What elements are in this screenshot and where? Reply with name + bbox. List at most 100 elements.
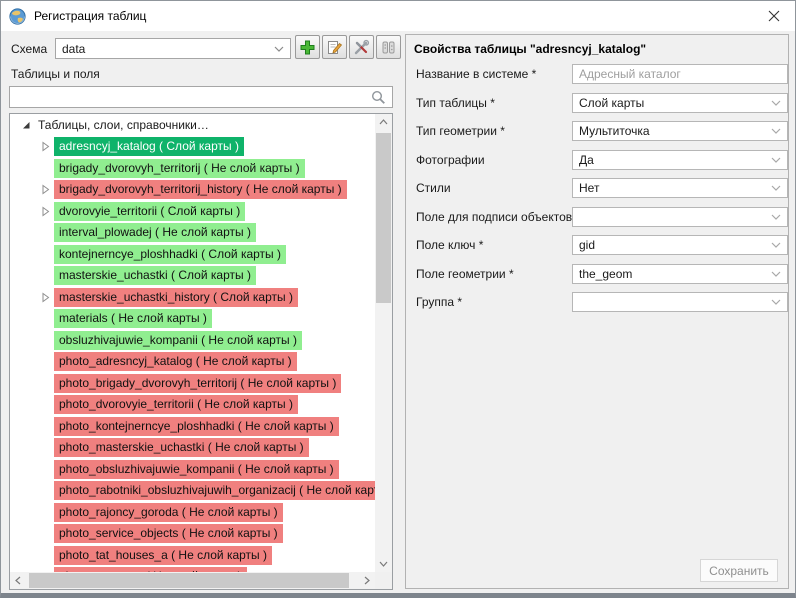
tree-item[interactable]: photo_dvorovyie_territorii ( Не слой кар… (11, 394, 375, 416)
chevron-down-icon (771, 271, 781, 277)
tree-item[interactable]: photo_adresncyj_katalog ( Не слой карты … (11, 351, 375, 373)
properties-header: Свойства таблицы "adresncyj_katalog" (414, 42, 646, 56)
property-field[interactable]: Нет (572, 178, 788, 198)
tree-item[interactable]: photo_brigady_dvorovyh_territorij ( Не с… (11, 373, 375, 395)
expand-arrow-icon[interactable] (40, 141, 51, 152)
tree-item[interactable]: interval_plowadej ( Не слой карты ) (11, 222, 375, 244)
tree-root-node[interactable]: Таблицы, слои, справочники… (11, 114, 375, 136)
tree-item-label: photo_rabotniki_obsluzhivajuwih_organiza… (54, 481, 375, 500)
chevron-down-icon (274, 46, 284, 52)
search-icon[interactable] (370, 89, 387, 106)
tree-item[interactable]: masterskie_uchastki ( Слой карты ) (11, 265, 375, 287)
property-value: Мультиточка (579, 124, 650, 138)
tree-item[interactable]: photo_masterskie_uchastki ( Не слой карт… (11, 437, 375, 459)
scroll-down-icon[interactable] (375, 556, 392, 572)
tree-item[interactable]: photo_tat_houses_a ( Не слой карты ) (11, 545, 375, 567)
tree-item[interactable]: photo_service_objects ( Не слой карты ) (11, 523, 375, 545)
expand-arrow-icon[interactable] (40, 292, 51, 303)
property-field[interactable]: gid (572, 235, 788, 255)
property-row: Поле ключ * gid (414, 235, 780, 257)
property-value: Слой карты (579, 96, 644, 110)
property-value: Да (579, 153, 594, 167)
tree-item-label: interval_plowadej ( Не слой карты ) (54, 223, 256, 242)
property-value: Адресный каталог (579, 67, 681, 81)
property-row: Стили Нет (414, 178, 780, 200)
property-label: Тип геометрии * (416, 124, 505, 138)
tree-item-label: photo_masterskie_uchastki ( Не слой карт… (54, 438, 309, 457)
tree-item[interactable]: photo_rajoncy_goroda ( Не слой карты ) (11, 502, 375, 524)
plus-icon (299, 39, 316, 56)
scroll-right-icon[interactable] (359, 572, 375, 589)
tree-item-label: photo_adresncyj_katalog ( Не слой карты … (54, 352, 297, 371)
scroll-up-icon[interactable] (375, 114, 392, 130)
property-field[interactable] (572, 292, 788, 312)
tree-search-input[interactable] (9, 86, 393, 108)
scrollbar-corner (375, 572, 392, 589)
property-field[interactable]: Мультиточка (572, 121, 788, 141)
property-field[interactable]: Слой карты (572, 93, 788, 113)
register-tables-dialog: Регистрация таблиц Схема data (0, 0, 796, 598)
vertical-scroll-thumb[interactable] (376, 133, 391, 303)
tree-horizontal-scrollbar[interactable] (10, 572, 375, 589)
tree-item[interactable]: masterskie_uchastki_history ( Слой карты… (11, 287, 375, 309)
tree-item[interactable]: kontejnerncye_ploshhadki ( Слой карты ) (11, 244, 375, 266)
property-row: Поле для подписи объектов (414, 207, 780, 229)
chevron-down-icon (771, 299, 781, 305)
tree-item[interactable]: materials ( Не слой карты ) (11, 308, 375, 330)
close-icon (768, 10, 780, 22)
edit-button[interactable] (322, 35, 347, 59)
tree-item[interactable]: brigady_dvorovyh_territorij_history ( Не… (11, 179, 375, 201)
property-row: Фотографии Да (414, 150, 780, 172)
save-button[interactable]: Сохранить (700, 559, 778, 582)
property-value: the_geom (579, 267, 632, 281)
property-field[interactable]: Адресный каталог (572, 64, 788, 84)
tree-item[interactable]: adresncyj_katalog ( Слой карты ) (11, 136, 375, 158)
schema-selected-value: data (62, 42, 85, 56)
property-label: Стили (416, 181, 451, 195)
tree-item[interactable]: brigady_dvorovyh_territorij ( Не слой ка… (11, 158, 375, 180)
expand-arrow-icon[interactable] (40, 206, 51, 217)
schema-select[interactable]: data (55, 38, 291, 59)
window-title: Регистрация таблиц (34, 9, 146, 23)
property-label: Тип таблицы * (416, 96, 495, 110)
tree-item[interactable]: dvorovyie_territorii ( Слой карты ) (11, 201, 375, 223)
tree-vertical-scrollbar[interactable] (375, 114, 392, 572)
edit-pencil-icon (326, 39, 343, 56)
property-row: Группа * (414, 292, 780, 314)
property-field[interactable]: Да (572, 150, 788, 170)
tree-item-label: masterskie_uchastki ( Слой карты ) (54, 266, 256, 285)
property-row: Название в системе * Адресный каталог (414, 64, 780, 86)
tree-item-label: materials ( Не слой карты ) (54, 309, 212, 328)
tree-item[interactable]: photo_rabotniki_obsluzhivajuwih_organiza… (11, 480, 375, 502)
chevron-down-icon (771, 128, 781, 134)
expanded-arrow-icon[interactable] (21, 120, 31, 130)
table-structure-icon (380, 39, 397, 56)
horizontal-scroll-thumb[interactable] (29, 573, 349, 588)
chevron-down-icon (771, 100, 781, 106)
property-field[interactable]: the_geom (572, 264, 788, 284)
expand-arrow-icon[interactable] (40, 184, 51, 195)
property-row: Тип геометрии * Мультиточка (414, 121, 780, 143)
chevron-down-icon (771, 157, 781, 163)
property-row: Поле геометрии * the_geom (414, 264, 780, 286)
chevron-down-icon (771, 242, 781, 248)
tools-button[interactable] (349, 35, 374, 59)
add-button[interactable] (295, 35, 320, 59)
tree-item[interactable]: photo_kontejnerncye_ploshhadki ( Не слой… (11, 416, 375, 438)
close-button[interactable] (753, 1, 795, 31)
tree-item-label: adresncyj_katalog ( Слой карты ) (54, 137, 244, 156)
tree-item-label: photo_kontejnerncye_ploshhadki ( Не слой… (54, 417, 339, 436)
property-label: Поле геометрии * (416, 267, 514, 281)
property-field[interactable] (572, 207, 788, 227)
tree-item-label: photo_brigady_dvorovyh_territorij ( Не с… (54, 374, 341, 393)
property-label: Группа * (416, 295, 462, 309)
structure-button[interactable] (376, 35, 401, 59)
tree-item[interactable]: obsluzhivajuwie_kompanii ( Не слой карты… (11, 330, 375, 352)
tree-items: adresncyj_katalog ( Слой карты ) brigady… (11, 136, 375, 572)
tree-item[interactable]: photo_obsluzhivajuwie_kompanii ( Не слой… (11, 459, 375, 481)
property-value: gid (579, 238, 595, 252)
scroll-left-icon[interactable] (10, 572, 26, 589)
tree-item-label: brigady_dvorovyh_territorij ( Не слой ка… (54, 159, 305, 178)
globe-icon (9, 8, 26, 25)
crossed-tools-icon (353, 39, 370, 56)
